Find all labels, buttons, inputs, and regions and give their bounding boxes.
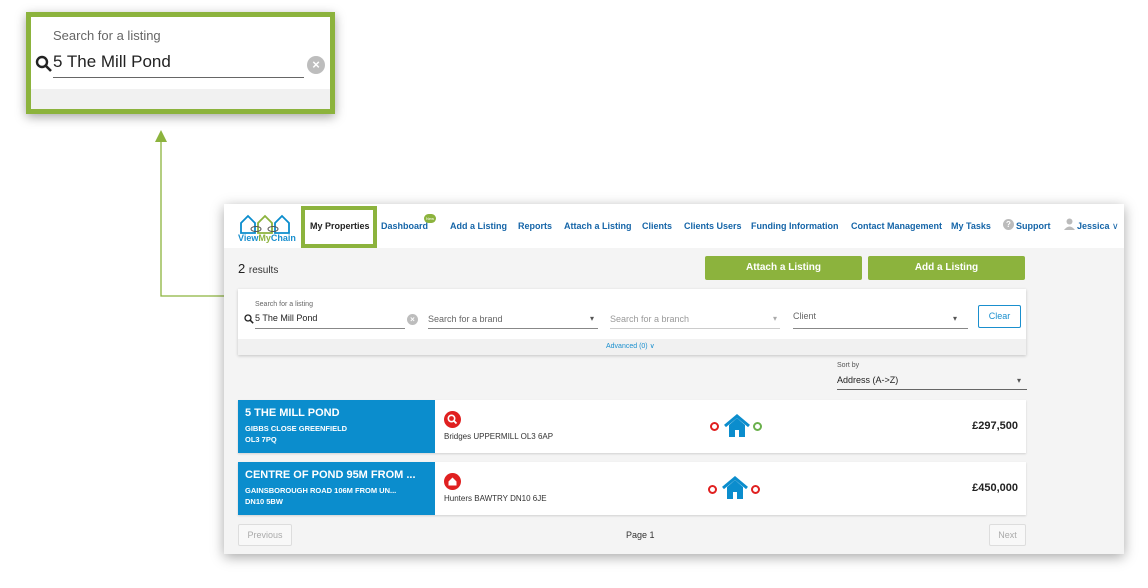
clear-icon[interactable]: × (307, 56, 325, 74)
nav-contact-management[interactable]: Contact Management (851, 221, 942, 231)
caret-down-icon: ▾ (773, 314, 778, 323)
sort-label: Sort by (837, 362, 860, 369)
client-select[interactable]: Client (793, 311, 816, 321)
sort-select[interactable]: Address (A->Z) (837, 375, 898, 385)
top-nav: ViewMyChain My Properties Dashboard New … (224, 204, 1124, 248)
logo-text: ViewMyChain (238, 233, 296, 243)
nav-funding-information[interactable]: Funding Information (751, 221, 838, 231)
add-listing-button[interactable]: Add a Listing (868, 256, 1025, 280)
search-icon (444, 411, 461, 428)
nav-clients-users[interactable]: Clients Users (684, 221, 742, 231)
new-badge: New (424, 214, 436, 223)
attach-listing-button[interactable]: Attach a Listing (705, 256, 862, 280)
advanced-toggle[interactable]: Advanced (0) ∨ (606, 342, 655, 350)
nav-clients[interactable]: Clients (642, 221, 672, 231)
agent-branch: Hunters BAWTRY DN10 6JE (444, 494, 547, 503)
status-dot-red (710, 422, 719, 431)
listing-row[interactable]: CENTRE OF POND 95M FROM ... GAINSBOROUGH… (238, 462, 1026, 515)
page-indicator: Page 1 (626, 530, 655, 540)
nav-my-properties[interactable]: My Properties (310, 221, 370, 231)
house-icon (724, 414, 750, 437)
clear-filters-button[interactable]: Clear (978, 305, 1021, 328)
help-icon: ? (1003, 219, 1014, 230)
nav-support[interactable]: Support (1016, 221, 1051, 231)
search-callout: Search for a listing 5 The Mill Pond × (26, 12, 335, 114)
next-page-button[interactable]: Next (989, 524, 1026, 546)
listing-address[interactable]: CENTRE OF POND 95M FROM ... GAINSBOROUGH… (238, 462, 435, 515)
callout-underline (53, 77, 304, 78)
status-dot-red (751, 485, 760, 494)
status-dot-red (708, 485, 717, 494)
caret-down-icon: ▾ (953, 314, 958, 323)
brand-underline (428, 328, 598, 329)
nav-dashboard[interactable]: Dashboard (381, 221, 428, 231)
results-count: 2 results (238, 261, 279, 276)
listing-price: £297,500 (972, 420, 1018, 432)
caret-down-icon: ▾ (590, 314, 595, 323)
app-window: ViewMyChain My Properties Dashboard New … (224, 204, 1124, 554)
agent-branch: Bridges UPPERMILL OL3 6AP (444, 432, 554, 441)
callout-search-label: Search for a listing (53, 28, 161, 43)
nav-my-tasks[interactable]: My Tasks (951, 221, 991, 231)
search-icon (244, 314, 254, 324)
branch-underline (610, 328, 780, 329)
listing-title: 5 THE MILL POND (245, 407, 340, 419)
search-icon (35, 55, 52, 72)
listing-row[interactable]: 5 THE MILL POND GIBBS CLOSE GREENFIELD OL… (238, 400, 1026, 453)
chevron-down-icon: ∨ (649, 343, 655, 350)
listing-address-lines: GAINSBOROUGH ROAD 106M FROM UN... DN10 5B… (245, 486, 397, 506)
nav-attach-listing[interactable]: Attach a Listing (564, 221, 632, 231)
user-icon (1064, 218, 1075, 230)
nav-user-menu[interactable]: Jessica (1077, 221, 1110, 231)
brand-select[interactable]: Search for a brand (428, 314, 503, 324)
search-underline (255, 328, 405, 329)
previous-page-button[interactable]: Previous (238, 524, 292, 546)
listing-title: CENTRE OF POND 95M FROM ... (245, 469, 416, 481)
branch-select[interactable]: Search for a branch (610, 314, 689, 324)
caret-down-icon: ▾ (1017, 376, 1022, 385)
listing-price: £450,000 (972, 482, 1018, 494)
client-underline (793, 328, 968, 329)
status-dot-green (753, 422, 762, 431)
house-icon (722, 476, 748, 499)
search-input[interactable]: 5 The Mill Pond (255, 313, 317, 323)
sort-underline (837, 389, 1027, 390)
callout-footer (31, 89, 330, 109)
nav-reports[interactable]: Reports (518, 221, 552, 231)
listing-address[interactable]: 5 THE MILL POND GIBBS CLOSE GREENFIELD OL… (238, 400, 435, 453)
search-label: Search for a listing (255, 301, 313, 308)
filter-panel: Search for a listing 5 The Mill Pond × S… (238, 289, 1026, 355)
callout-search-value: 5 The Mill Pond (53, 52, 171, 71)
listing-address-lines: GIBBS CLOSE GREENFIELD OL3 7PQ (245, 424, 348, 444)
home-icon (444, 473, 461, 490)
clear-icon[interactable]: × (407, 314, 418, 325)
nav-add-listing[interactable]: Add a Listing (450, 221, 507, 231)
chevron-down-icon[interactable]: ∨ (1112, 221, 1119, 232)
